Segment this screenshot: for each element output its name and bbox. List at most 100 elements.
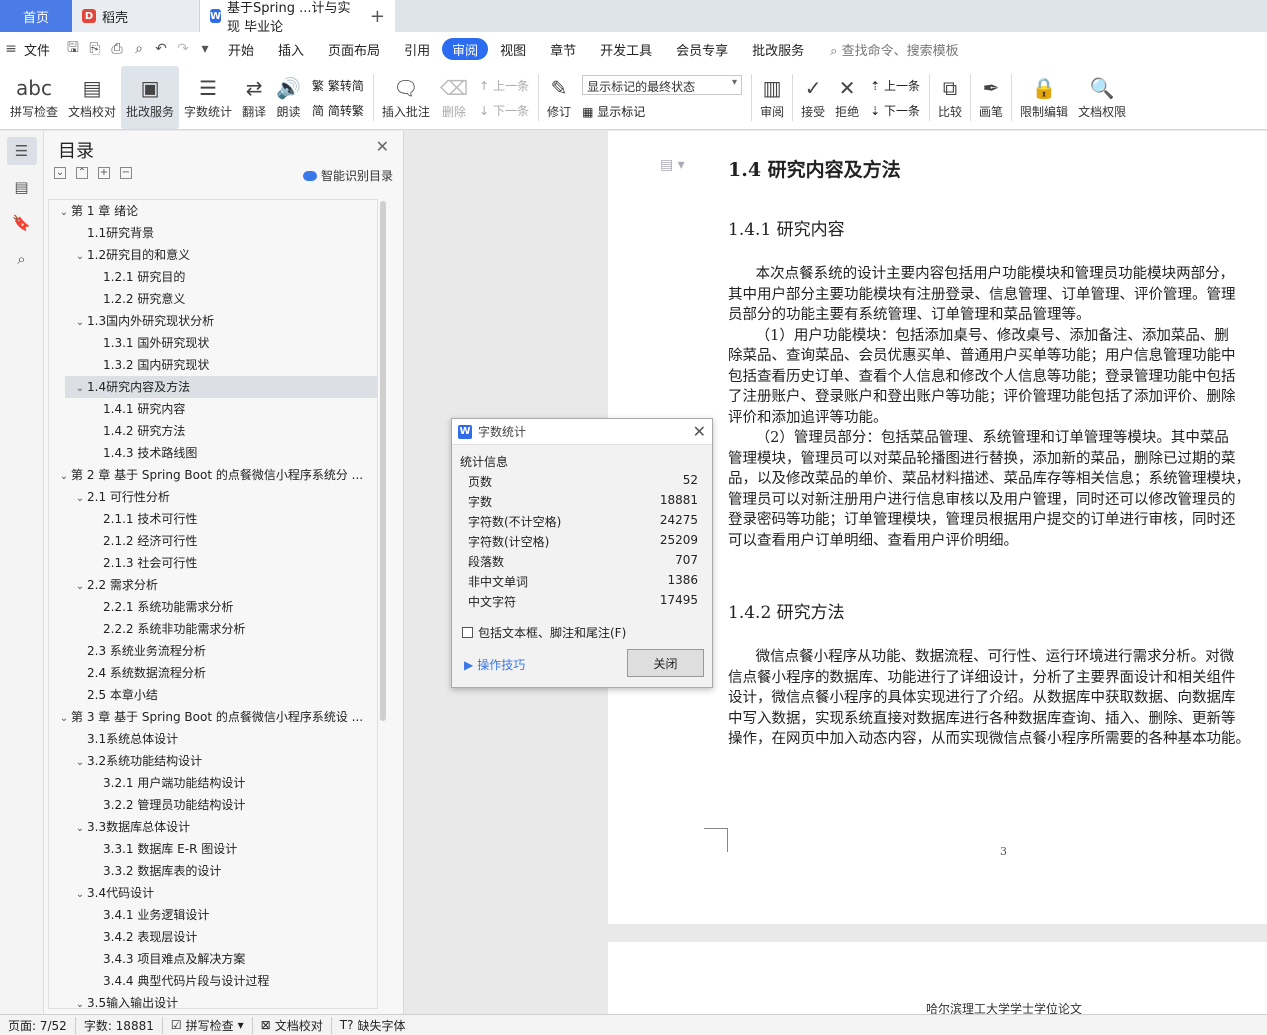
command-search[interactable]: ⌕ 查找命令、搜索模板 — [830, 40, 958, 59]
toc-item[interactable]: 1.4.2 研究方法 — [49, 420, 377, 442]
proofread-button[interactable]: ▤ 文档校对 — [63, 66, 121, 129]
toc-item[interactable]: 1.4.3 技术路线图 — [49, 442, 377, 464]
search-icon[interactable]: ⌕ — [7, 245, 37, 273]
chevron-down-icon[interactable]: ⌄ — [57, 466, 71, 486]
document-permission-button[interactable]: 🔍 文档权限 — [1073, 66, 1131, 129]
new-tab-icon[interactable]: + — [370, 6, 385, 27]
close-icon[interactable]: ✕ — [693, 422, 706, 441]
remove-heading-icon[interactable]: − — [120, 167, 132, 179]
missing-font-status[interactable]: T? 缺失字体 — [332, 1017, 414, 1034]
read-aloud-button[interactable]: 🔊 朗读 — [271, 66, 306, 129]
toc-item[interactable]: 3.2.2 管理员功能结构设计 — [49, 794, 377, 816]
toc-item[interactable]: 3.3.2 数据库表的设计 — [49, 860, 377, 882]
toc-scrollbar[interactable] — [380, 201, 386, 721]
proofread-status[interactable]: ⊠ 文档校对 — [253, 1016, 332, 1034]
redo-icon[interactable]: ↷ — [172, 41, 194, 57]
add-heading-icon[interactable]: + — [98, 167, 110, 179]
prev-change-button[interactable]: ⇡ 上一条 — [870, 77, 920, 94]
toc-item[interactable]: 2.2.1 系统功能需求分析 — [49, 596, 377, 618]
chevron-down-icon[interactable]: ⌄ — [73, 488, 87, 508]
toc-item[interactable]: ⌄ 1.2研究目的和意义 — [49, 244, 377, 266]
toc-item[interactable]: ⌄ 第 1 章 绪论 — [49, 200, 377, 222]
undo-icon[interactable]: ↶ — [150, 41, 172, 57]
menu-insert[interactable]: 插入 — [266, 38, 316, 60]
next-comment-button[interactable]: ↓ 下一条 — [479, 102, 529, 119]
toc-item[interactable]: 2.3 系统业务流程分析 — [49, 640, 377, 662]
review-pane-button[interactable]: ▥ 审阅 — [755, 66, 789, 129]
toc-item[interactable]: ⌄ 3.4代码设计 — [49, 882, 377, 904]
export-icon[interactable]: ⎘ — [84, 41, 106, 57]
toc-item[interactable]: 3.4.4 典型代码片段与设计过程 — [49, 970, 377, 992]
menu-layout[interactable]: 页面布局 — [316, 38, 392, 60]
revise-service-button[interactable]: ▣ 批改服务 — [121, 66, 180, 129]
customize-icon[interactable]: ▾ — [194, 41, 216, 57]
toc-item[interactable]: 1.4.1 研究内容 — [49, 398, 377, 420]
toc-item[interactable]: 1.2.2 研究意义 — [49, 288, 377, 310]
chevron-down-icon[interactable]: ⌄ — [73, 312, 87, 332]
page-options-icon[interactable]: ▤ ▾ — [660, 157, 685, 173]
spell-check-button[interactable]: abc 拼写检查 — [0, 66, 63, 129]
toc-item[interactable]: 2.2.2 系统非功能需求分析 — [49, 618, 377, 640]
toc-item[interactable]: ⌄ 1.3国内外研究现状分析 — [49, 310, 377, 332]
menu-member[interactable]: 会员专享 — [664, 38, 740, 60]
markup-state-select[interactable]: 显示标记的最终状态 — [582, 75, 743, 95]
chevron-down-icon[interactable]: ⌄ — [73, 818, 87, 838]
to-traditional-button[interactable]: 繁 繁转简 — [312, 77, 364, 94]
track-changes-button[interactable]: ✎ 修订 — [542, 66, 576, 129]
prev-comment-button[interactable]: ↑ 上一条 — [479, 77, 529, 94]
toc-item[interactable]: 2.1.3 社会可行性 — [49, 552, 377, 574]
delete-comment-button[interactable]: ⌫ 删除 — [435, 66, 473, 129]
toc-item[interactable]: 3.3.1 数据库 E-R 图设计 — [49, 838, 377, 860]
menu-view[interactable]: 视图 — [488, 38, 538, 60]
toc-item[interactable]: 2.1.2 经济可行性 — [49, 530, 377, 552]
toc-item[interactable]: ⌄ 第 3 章 基于 Spring Boot 的点餐微信小程序系统设 ... — [49, 706, 377, 728]
tips-link[interactable]: ▶ 操作技巧 — [464, 656, 525, 673]
page-indicator[interactable]: 页面: 7/52 — [0, 1016, 76, 1034]
word-count-button[interactable]: ☰ 字数统计 — [179, 66, 237, 129]
toc-item[interactable]: ⌄ 3.5输入输出设计 — [49, 992, 377, 1008]
toc-item[interactable]: 1.1研究背景 — [49, 222, 377, 244]
pen-button[interactable]: ✒ 画笔 — [974, 66, 1008, 129]
chevron-down-icon[interactable]: ⌄ — [57, 202, 71, 222]
print-preview-icon[interactable]: ⌕ — [128, 41, 150, 57]
next-change-button[interactable]: ⇣ 下一条 — [870, 102, 920, 119]
toc-item[interactable]: 3.4.2 表现层设计 — [49, 926, 377, 948]
toc-item[interactable]: 3.4.1 业务逻辑设计 — [49, 904, 377, 926]
menu-start[interactable]: 开始 — [216, 38, 266, 60]
tab-docer[interactable]: D 稻壳 — [72, 0, 200, 32]
next-page[interactable]: 哈尔滨理工大学学士学位论文 — [608, 942, 1267, 1014]
tab-document[interactable]: W 基于Spring ...计与实现 毕业论 + — [200, 0, 395, 35]
spell-check-status[interactable]: ☑ 拼写检查 ▾ — [163, 1016, 253, 1034]
hamburger-icon[interactable]: ≡ — [0, 41, 22, 57]
chevron-down-icon[interactable]: ⌄ — [73, 576, 87, 596]
toc-item[interactable]: ⌄ 2.2 需求分析 — [49, 574, 377, 596]
toc-item[interactable]: ⌄ 2.1 可行性分析 — [49, 486, 377, 508]
restrict-editing-button[interactable]: 🔒 限制编辑 — [1015, 66, 1073, 129]
tab-home[interactable]: 首页 — [0, 0, 72, 32]
menu-reference[interactable]: 引用 — [392, 38, 442, 60]
bookmark-icon[interactable]: 🔖 — [7, 209, 37, 237]
to-simplified-button[interactable]: 简 简转繁 — [312, 102, 364, 119]
toc-item[interactable]: ⌄ 3.2系统功能结构设计 — [49, 750, 377, 772]
smart-toc-button[interactable]: 智能识别目录 — [302, 167, 393, 184]
chevron-down-icon[interactable]: ⌄ — [57, 708, 71, 728]
menu-dev-tools[interactable]: 开发工具 — [588, 38, 664, 60]
toc-item[interactable]: 3.4.3 项目难点及解决方案 — [49, 948, 377, 970]
chevron-down-icon[interactable]: ⌄ — [73, 246, 87, 266]
insert-comment-button[interactable]: 🗨 插入批注 — [377, 66, 435, 129]
toc-item[interactable]: ⌄ 第 2 章 基于 Spring Boot 的点餐微信小程序系统分 ... — [49, 464, 377, 486]
menu-review[interactable]: 审阅 — [442, 38, 489, 60]
include-textbox-checkbox[interactable]: 包括文本框、脚注和尾注(F) — [462, 624, 626, 641]
chevron-down-icon[interactable]: ⌄ — [73, 752, 87, 772]
chevron-down-icon[interactable]: ⌄ — [73, 378, 87, 398]
save-icon[interactable]: 🖫 — [62, 37, 84, 61]
accept-button[interactable]: ✓ 接受 — [796, 66, 830, 129]
show-markup-button[interactable]: ▦ 显示标记 — [582, 103, 742, 120]
toc-item[interactable]: 3.2.1 用户端功能结构设计 — [49, 772, 377, 794]
toc-item[interactable]: 2.5 本章小结 — [49, 684, 377, 706]
expand-all-icon[interactable]: ⌃ — [76, 167, 88, 179]
chapter-nav-icon[interactable]: ▤ — [7, 173, 37, 201]
translate-button[interactable]: ⇄ 翻译 — [237, 66, 271, 129]
toc-item[interactable]: 1.3.1 国外研究现状 — [49, 332, 377, 354]
menu-revise-service[interactable]: 批改服务 — [740, 38, 816, 60]
